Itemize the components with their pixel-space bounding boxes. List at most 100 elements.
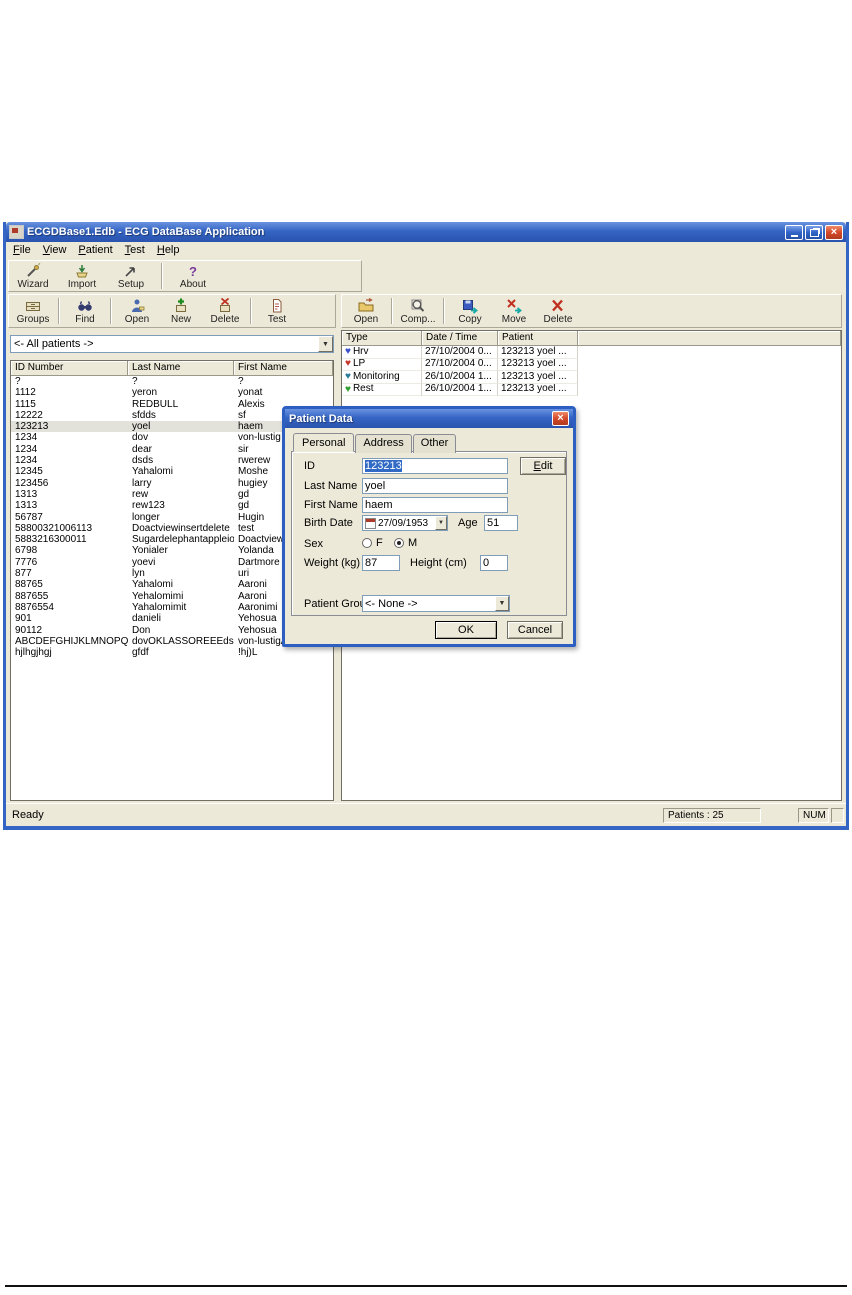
weight-field[interactable]: 87 <box>362 555 400 571</box>
sex-f-radio[interactable]: F <box>362 537 383 549</box>
table-row[interactable]: ? ? ? <box>11 376 333 387</box>
table-row[interactable]: 1112 yeron yonat <box>11 387 333 398</box>
cell-last-name: Sugardelephantappleion <box>132 534 234 546</box>
id-field[interactable]: 123213 <box>362 458 508 474</box>
study-type-icon: ♥ <box>345 371 351 382</box>
dialog-close-button[interactable]: × <box>552 411 569 426</box>
cell-last-name: dov <box>132 432 149 444</box>
first-name-field[interactable]: haem <box>362 497 508 513</box>
header-id-number[interactable]: ID Number <box>11 361 128 376</box>
compare-button[interactable]: Comp... <box>396 296 440 326</box>
window-title: ECGDBase1.Edb - ECG DataBase Application <box>27 226 265 238</box>
move-study-button[interactable]: Move <box>492 296 536 326</box>
cell-last-name: Yonialer <box>132 545 168 557</box>
chevron-down-icon[interactable]: ▼ <box>435 516 447 530</box>
cell-id-number: 88765 <box>15 579 43 591</box>
close-button[interactable]: × <box>825 224 843 240</box>
cell-id-number: 12345 <box>15 466 43 478</box>
header-last-name[interactable]: Last Name <box>128 361 234 376</box>
minimize-button[interactable] <box>785 224 803 240</box>
import-button[interactable]: Import <box>60 261 104 291</box>
menu-file[interactable]: File <box>7 243 37 257</box>
setup-icon <box>123 262 139 279</box>
age-field[interactable]: 51 <box>484 515 518 531</box>
ok-button[interactable]: OK <box>435 621 497 639</box>
status-end-panel <box>831 807 844 823</box>
copy-study-button[interactable]: Copy <box>448 296 492 326</box>
chevron-down-icon[interactable]: ▼ <box>495 596 509 611</box>
open-patient-button[interactable]: Open <box>115 296 159 326</box>
find-button[interactable]: Find <box>63 296 107 326</box>
restore-button[interactable] <box>805 224 823 240</box>
cell-id-number: 1234 <box>15 455 38 467</box>
page-footer-rule <box>5 1285 847 1287</box>
groups-button[interactable]: Groups <box>11 296 55 326</box>
new-patient-button[interactable]: New <box>159 296 203 326</box>
table-row[interactable]: hjlhgjhgj gfdf !hj)L <box>11 647 333 658</box>
dialog-title: Patient Data <box>289 412 353 425</box>
delete-study-button[interactable]: Delete <box>536 296 580 326</box>
cell-last-name: yoevi <box>132 556 156 568</box>
test-button[interactable]: Test <box>255 296 299 326</box>
tab-address[interactable]: Address <box>355 434 412 453</box>
patient-group-combobox[interactable]: <- None -> ▼ <box>362 595 510 612</box>
header-date-time[interactable]: Date / Time <box>422 331 498 346</box>
height-field[interactable]: 0 <box>480 555 508 571</box>
close-icon: × <box>557 412 564 424</box>
menu-view[interactable]: View <box>37 243 73 257</box>
cell-last-name: Don <box>132 624 151 636</box>
menu-patient[interactable]: Patient <box>72 243 118 257</box>
open-study-button[interactable]: Open <box>344 296 388 326</box>
sex-m-radio[interactable]: M <box>394 537 417 549</box>
study-row[interactable]: ♥ Monitoring 26/10/2004 1... 123213 yoel … <box>342 371 841 384</box>
cell-last-name: Yahalomi <box>132 466 173 478</box>
cell-id-number: 1313 <box>15 488 38 500</box>
cell-id-number: 887655 <box>15 590 49 602</box>
study-table-header: Type Date / Time Patient <box>342 331 841 346</box>
cell-last-name: rew <box>132 488 149 500</box>
cell-last-name: rew123 <box>132 500 165 512</box>
study-row[interactable]: ♥ LP 27/10/2004 0... 123213 yoel ... <box>342 358 841 372</box>
setup-button[interactable]: Setup <box>109 261 153 291</box>
toolbar-separator <box>391 298 393 324</box>
patient-filter-combobox[interactable]: <- All patients -> ▼ <box>10 335 334 353</box>
study-toolbar: Open Comp... Copy Move Delete <box>341 294 844 328</box>
cell-date-time: 26/10/2004 1... <box>422 383 498 397</box>
study-row[interactable]: ♥ Rest 26/10/2004 1... 123213 yoel ... <box>342 383 841 397</box>
dialog-body: Personal Address Other ID 123213 Edit La… <box>285 428 573 644</box>
about-button[interactable]: ? About <box>171 261 215 291</box>
cell-type: ♥ Hrv <box>342 346 422 359</box>
menu-help[interactable]: Help <box>151 243 186 257</box>
header-first-name[interactable]: First Name <box>234 361 333 376</box>
radio-circle-icon <box>362 538 372 548</box>
patient-group-value: <- None -> <box>365 597 418 610</box>
cell-id-number: 123456 <box>15 477 49 489</box>
cell-patient: 123213 yoel ... <box>498 383 578 397</box>
cell-last-name: gfdf <box>132 647 149 659</box>
header-patient[interactable]: Patient <box>498 331 578 346</box>
toolbar-separator <box>250 298 252 324</box>
toolbar-separator <box>161 263 163 289</box>
age-label: Age <box>458 517 478 529</box>
cell-id-number: 1234 <box>15 443 38 455</box>
status-bar: Ready Patients : 25 NUM <box>6 803 846 826</box>
tab-personal[interactable]: Personal <box>293 433 355 452</box>
edit-button[interactable]: Edit <box>520 457 566 475</box>
tab-other[interactable]: Other <box>412 434 457 453</box>
delete-patient-button[interactable]: Delete <box>203 296 247 326</box>
wizard-button[interactable]: Wizard <box>11 261 55 291</box>
cancel-button[interactable]: Cancel <box>507 621 563 639</box>
chevron-down-icon[interactable]: ▼ <box>318 336 333 352</box>
last-name-field[interactable]: yoel <box>362 478 508 494</box>
binoculars-icon <box>77 297 93 314</box>
cell-id-number: 901 <box>15 613 32 625</box>
menu-test[interactable]: Test <box>119 243 151 257</box>
toolbar-separator <box>443 298 445 324</box>
about-question-icon: ? <box>189 264 197 279</box>
header-type[interactable]: Type <box>342 331 422 346</box>
birth-date-picker[interactable]: 27/09/1953 ▼ <box>362 515 448 531</box>
cell-id-number: 877 <box>15 568 32 580</box>
patients-count-panel: Patients : 25 <box>663 807 761 823</box>
cell-id-number: 90112 <box>15 624 43 636</box>
study-row[interactable]: ♥ Hrv 27/10/2004 0... 123213 yoel ... <box>342 346 841 359</box>
